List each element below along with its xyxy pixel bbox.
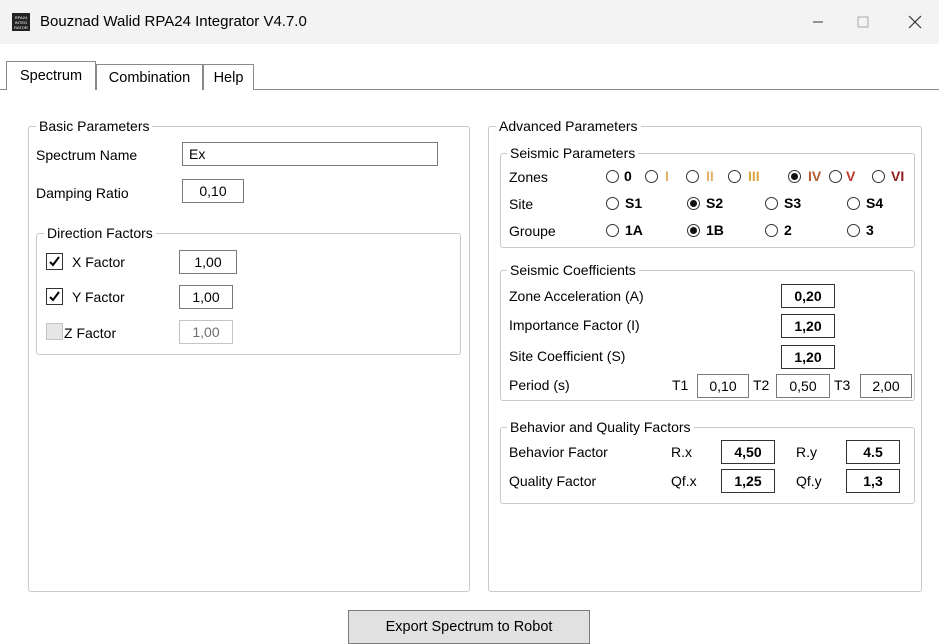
checkmark-icon [49,256,60,267]
seismic-coefficients-legend: Seismic Coefficients [507,262,639,278]
z-factor-input[interactable]: 1,00 [179,320,233,344]
site-option-label: S1 [625,195,643,211]
zone-option-label: III [748,168,760,184]
x-factor-checkbox[interactable] [46,253,63,270]
rx-label: R.x [671,444,692,460]
t3-label: T3 [834,377,851,393]
zone-acceleration-input[interactable]: 0,20 [781,284,835,308]
quality-factor-label: Quality Factor [509,473,597,489]
seismic-parameters-legend: Seismic Parameters [507,145,639,161]
zone-radio-iv[interactable] [788,170,801,183]
groupe-radio-1a[interactable] [606,224,619,237]
spectrum-name-label: Spectrum Name [36,147,138,163]
tab-help[interactable]: Help [203,64,254,90]
qfx-label: Qf.x [671,473,697,489]
zone-option-label: I [665,168,669,184]
y-factor-label: Y Factor [72,289,125,305]
zone-option-label: V [846,168,856,184]
t2-input[interactable]: 0,50 [776,374,830,398]
site-radio-s2[interactable] [687,197,700,210]
zone-radio-v[interactable] [829,170,842,183]
close-button[interactable] [892,0,938,44]
zone-radio-iii[interactable] [728,170,741,183]
zone-radio-vi[interactable] [872,170,885,183]
zones-label: Zones [509,169,548,185]
zone-option-label: II [706,168,714,184]
zone-acceleration-label: Zone Acceleration (A) [509,288,644,304]
z-factor-label: Z Factor [64,325,117,341]
y-factor-input[interactable]: 1,00 [179,285,233,309]
site-radio-s3[interactable] [765,197,778,210]
importance-factor-input[interactable]: 1,20 [781,314,835,338]
advanced-parameters-legend: Advanced Parameters [496,118,641,134]
zone-option-label: 0 [624,168,632,184]
t1-input[interactable]: 0,10 [697,374,749,398]
zone-radio-0[interactable] [606,170,619,183]
site-option-label: S2 [706,195,724,211]
qfx-input[interactable]: 1,25 [721,469,775,493]
site-coefficient-label: Site Coefficient (S) [509,348,626,364]
ry-input[interactable]: 4.5 [846,440,900,464]
window-title: Bouznad Walid RPA24 Integrator V4.7.0 [40,13,307,30]
minimize-icon [813,21,823,23]
t2-label: T2 [753,377,770,393]
site-option-label: S4 [866,195,884,211]
rx-input[interactable]: 4,50 [721,440,775,464]
damping-ratio-label: Damping Ratio [36,185,129,201]
x-factor-input[interactable]: 1,00 [179,250,237,274]
qfy-input[interactable]: 1,3 [846,469,900,493]
checkmark-icon [49,291,60,302]
zone-option-label: IV [808,168,822,184]
groupe-option-label: 3 [866,222,874,238]
site-label: Site [509,196,534,212]
behavior-factor-label: Behavior Factor [509,444,608,460]
direction-factors-legend: Direction Factors [44,225,156,241]
groupe-radio-3[interactable] [847,224,860,237]
tab-spectrum[interactable]: Spectrum [6,61,96,90]
qfy-label: Qf.y [796,473,822,489]
site-radio-s1[interactable] [606,197,619,210]
minimize-button[interactable] [795,0,841,44]
damping-ratio-input[interactable]: 0,10 [182,179,244,203]
behavior-quality-legend: Behavior and Quality Factors [507,419,694,435]
close-icon [908,15,922,29]
site-coefficient-input[interactable]: 1,20 [781,345,835,369]
site-radio-s4[interactable] [847,197,860,210]
site-option-label: S3 [784,195,802,211]
spectrum-name-input[interactable]: Ex [182,142,438,166]
maximize-button[interactable] [840,0,886,44]
groupe-option-label: 1A [625,222,643,238]
ry-label: R.y [796,444,817,460]
basic-parameters-legend: Basic Parameters [36,118,153,134]
zone-option-label: VI [891,168,905,184]
groupe-label: Groupe [509,223,556,239]
app-icon: RPA24 INTEG RATOR [12,13,30,31]
groupe-option-label: 2 [784,222,792,238]
x-factor-label: X Factor [72,254,125,270]
importance-factor-label: Importance Factor (I) [509,317,640,333]
zone-radio-ii[interactable] [686,170,699,183]
groupe-option-label: 1B [706,222,724,238]
t1-label: T1 [672,377,689,393]
period-label: Period (s) [509,377,570,393]
y-factor-checkbox[interactable] [46,288,63,305]
maximize-icon [857,16,869,28]
zone-radio-i[interactable] [645,170,658,183]
groupe-radio-1b[interactable] [687,224,700,237]
groupe-radio-2[interactable] [765,224,778,237]
tab-combination[interactable]: Combination [96,64,203,90]
t3-input[interactable]: 2,00 [860,374,912,398]
z-factor-checkbox[interactable] [46,323,63,340]
